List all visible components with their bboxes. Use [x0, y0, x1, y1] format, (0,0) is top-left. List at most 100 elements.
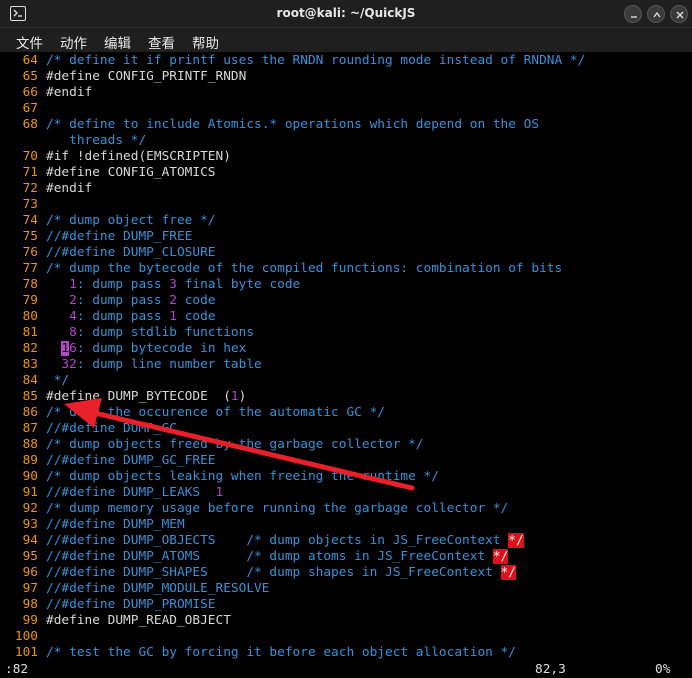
- code-line[interactable]: 64 /* define it if printf uses the RNDN r…: [0, 53, 692, 69]
- code-line[interactable]: 88 /* dump objects freed by the garbage c…: [0, 437, 692, 453]
- code-line[interactable]: 97 //#define DUMP_MODULE_RESOLVE: [0, 581, 692, 597]
- code-line[interactable]: 79 2: dump pass 2 code: [0, 293, 692, 309]
- code-line[interactable]: 84 */: [0, 373, 692, 389]
- line-number: 90: [22, 469, 38, 484]
- text-cursor: 1: [61, 341, 70, 356]
- maximize-icon: [653, 11, 661, 18]
- title-bar: root@kali: ~/QuickJS: [0, 0, 692, 28]
- line-number: 101: [14, 645, 38, 660]
- code-line[interactable]: 92 /* dump memory usage before running th…: [0, 501, 692, 517]
- code-line[interactable]: 100: [0, 629, 692, 645]
- code-token: */: [46, 373, 70, 388]
- code-line[interactable]: 71 #define CONFIG_ATOMICS: [0, 165, 692, 181]
- code-token: //#define DUMP_PROMISE: [46, 597, 216, 612]
- code-line[interactable]: 81 8: dump stdlib functions: [0, 325, 692, 341]
- code-line[interactable]: 95 //#define DUMP_ATOMS /* dump atoms in …: [0, 549, 692, 565]
- code-line[interactable]: 78 1: dump pass 3 final byte code: [0, 277, 692, 293]
- code-token: code: [177, 293, 216, 308]
- code-token: : dump pass: [76, 277, 170, 292]
- code-line[interactable]: threads */: [0, 133, 692, 149]
- code-line[interactable]: 99 #define DUMP_READ_OBJECT: [0, 613, 692, 629]
- line-number: 89: [22, 453, 38, 468]
- code-line[interactable]: 67: [0, 101, 692, 117]
- line-number: 83: [22, 357, 38, 372]
- vim-editor[interactable]: 64/* define it if printf uses the RNDN r…: [0, 53, 692, 661]
- code-token: /* dump the occurence of the automatic G…: [46, 405, 385, 420]
- line-number: 74: [22, 213, 38, 228]
- code-token: //#define DUMP_FREE: [46, 229, 193, 244]
- code-token: /* define to include Atomics.* operation…: [46, 117, 540, 132]
- code-line[interactable]: 75 //#define DUMP_FREE: [0, 229, 692, 245]
- line-number: 82: [22, 341, 38, 356]
- code-token: : dump stdlib functions: [76, 325, 255, 340]
- maximize-button[interactable]: [647, 5, 665, 23]
- code-line[interactable]: 96 //#define DUMP_SHAPES /* dump shapes i…: [0, 565, 692, 581]
- code-token: //#define DUMP_MODULE_RESOLVE: [46, 581, 270, 596]
- menu-actions[interactable]: 动作: [60, 32, 87, 52]
- line-number: 84: [22, 373, 38, 388]
- code-line[interactable]: 68 /* define to include Atomics.* operati…: [0, 117, 692, 133]
- code-line[interactable]: 87 //#define DUMP_GC: [0, 421, 692, 437]
- code-token: /* dump object free */: [46, 213, 216, 228]
- line-number: 73: [22, 197, 38, 212]
- code-line[interactable]: 70 #if !defined(EMSCRIPTEN): [0, 149, 692, 165]
- menu-file[interactable]: 文件: [16, 32, 43, 52]
- code-token: //#define DUMP_CLOSURE: [46, 245, 216, 260]
- code-token: threads */: [46, 133, 147, 148]
- code-line[interactable]: 74 /* dump object free */: [0, 213, 692, 229]
- code-token: #endif: [46, 181, 93, 196]
- code-line[interactable]: 85 #define DUMP_BYTECODE (1): [0, 389, 692, 405]
- code-line[interactable]: 72 #endif: [0, 181, 692, 197]
- menu-edit[interactable]: 编辑: [104, 32, 131, 52]
- line-number: 85: [22, 389, 38, 404]
- code-line[interactable]: 86 /* dump the occurence of the automatic…: [0, 405, 692, 421]
- code-line[interactable]: 89 //#define DUMP_GC_FREE: [0, 453, 692, 469]
- code-line[interactable]: 98 //#define DUMP_PROMISE: [0, 597, 692, 613]
- code-line[interactable]: 66 #endif: [0, 85, 692, 101]
- code-token: #if !defined(EMSCRIPTEN): [46, 149, 231, 164]
- code-line[interactable]: 91 //#define DUMP_LEAKS 1: [0, 485, 692, 501]
- line-number: 71: [22, 165, 38, 180]
- code-token: #define DUMP_READ_OBJECT: [46, 613, 231, 628]
- line-number: 78: [22, 277, 38, 292]
- code-line[interactable]: 83 32: dump line number table: [0, 357, 692, 373]
- line-number: 87: [22, 421, 38, 436]
- line-number: 93: [22, 517, 38, 532]
- code-line[interactable]: 93 //#define DUMP_MEM: [0, 517, 692, 533]
- code-token: /* dump memory usage before running the …: [46, 501, 509, 516]
- code-line[interactable]: 82 16: dump bytecode in hex: [0, 341, 692, 357]
- code-token: /* dump objects leaking when freeing the…: [46, 469, 439, 484]
- close-button[interactable]: [670, 5, 688, 23]
- code-token: //#define DUMP_MEM: [46, 517, 185, 532]
- code-line[interactable]: 101 /* test the GC by forcing it before e…: [0, 645, 692, 661]
- code-line[interactable]: 65 #define CONFIG_PRINTF_RNDN: [0, 69, 692, 85]
- code-token: ): [238, 389, 247, 404]
- code-line[interactable]: 77 /* dump the bytecode of the compiled f…: [0, 261, 692, 277]
- code-line[interactable]: 94 //#define DUMP_OBJECTS /* dump objects…: [0, 533, 692, 549]
- line-number: 97: [22, 581, 38, 596]
- line-number: 94: [22, 533, 38, 548]
- code-line[interactable]: 90 /* dump objects leaking when freeing t…: [0, 469, 692, 485]
- code-token: : dump pass: [76, 309, 170, 324]
- line-number: 92: [22, 501, 38, 516]
- line-number: 86: [22, 405, 38, 420]
- minimize-icon: [631, 16, 637, 18]
- minimize-button[interactable]: [624, 5, 642, 23]
- code-token: #define DUMP_BYTECODE (: [46, 389, 231, 404]
- menu-help[interactable]: 帮助: [192, 32, 219, 52]
- line-number: 79: [22, 293, 38, 308]
- command-line[interactable]: :82: [5, 661, 28, 678]
- close-icon: [676, 11, 684, 19]
- code-line[interactable]: 76 //#define DUMP_CLOSURE: [0, 245, 692, 261]
- line-number: 76: [22, 245, 38, 260]
- code-token: #endif: [46, 85, 93, 100]
- code-token: */: [500, 565, 516, 580]
- menu-view[interactable]: 查看: [148, 32, 175, 52]
- code-line[interactable]: 73: [0, 197, 692, 213]
- line-number: 100: [14, 629, 38, 644]
- code-line[interactable]: 80 4: dump pass 1 code: [0, 309, 692, 325]
- code-token: */: [508, 533, 524, 548]
- code-token: final byte code: [177, 277, 301, 292]
- code-token: 2: [46, 293, 77, 308]
